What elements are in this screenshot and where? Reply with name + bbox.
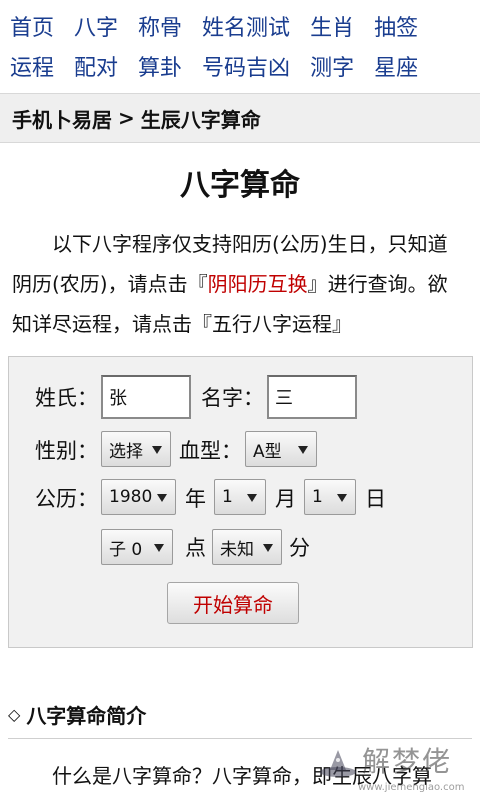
minute-select[interactable]: 未知 xyxy=(212,529,282,565)
page-title: 八字算命 xyxy=(180,168,300,203)
breadcrumb: 手机卜易居 > 生辰八字算命 xyxy=(0,93,480,143)
minute-select-value: 未知 xyxy=(220,539,254,560)
chevron-down-icon xyxy=(337,494,347,502)
month-select[interactable]: 1 xyxy=(214,479,266,515)
chevron-down-icon xyxy=(157,494,167,502)
watermark: 解梦佬 www.jiemenglao.com xyxy=(312,740,480,800)
minute-unit: 分 xyxy=(289,536,310,560)
nav-row-1: 首页 八字 称骨 姓名测试 生肖 抽签 xyxy=(10,8,438,44)
hour-unit: 点 xyxy=(185,536,206,560)
intro-line-3: 知详尽运程，请点击『五行八字运程』 xyxy=(12,312,352,336)
day-select[interactable]: 1 xyxy=(304,479,356,515)
breadcrumb-home[interactable]: 手机卜易居 xyxy=(12,104,112,133)
gender-select[interactable]: 选择 xyxy=(101,431,171,467)
calendar-label: 公历： xyxy=(35,487,98,511)
top-nav: 首页 八字 称骨 姓名测试 生肖 抽签 运程 配对 算卦 号码吉凶 测字 星座 xyxy=(0,0,480,90)
chevron-down-icon xyxy=(298,446,308,454)
intro-line-1: 以下八字程序仅支持阳历(公历)生日，只知道 xyxy=(52,232,448,256)
name-label: 名字： xyxy=(201,386,264,410)
chevron-down-icon xyxy=(247,494,257,502)
nav-link-fortune[interactable]: 运程 xyxy=(10,50,54,82)
day-select-value: 1 xyxy=(312,487,323,507)
surname-input[interactable]: 张 xyxy=(101,375,191,419)
nav-link-match[interactable]: 配对 xyxy=(74,50,118,82)
section-divider xyxy=(8,738,472,739)
nav-link-draw-lot[interactable]: 抽签 xyxy=(374,10,418,42)
watermark-url: www.jiemenglao.com xyxy=(358,782,465,793)
chevron-down-icon xyxy=(154,544,164,552)
chevron-down-icon xyxy=(152,446,162,454)
watermark-text: 解梦佬 xyxy=(362,745,453,778)
gender-label: 性别： xyxy=(35,439,98,463)
intro-line-2: 阴历(农历)，请点击『阴阳历互换』进行查询。欲 xyxy=(12,264,472,304)
intro-section-heading: ◇ 八字算命简介 xyxy=(8,700,146,729)
name-input[interactable]: 三 xyxy=(267,375,357,419)
month-select-value: 1 xyxy=(222,487,233,507)
calendar-convert-link[interactable]: 阴阳历互换 xyxy=(208,272,308,296)
nav-link-chenggu[interactable]: 称骨 xyxy=(138,10,182,42)
intro-text: 以下八字程序仅支持阳历(公历)生日，只知道 阴历(农历)，请点击『阴阳历互换』进… xyxy=(12,224,472,344)
month-unit: 月 xyxy=(275,487,296,511)
hour-select[interactable]: 子 0 xyxy=(101,529,173,565)
day-unit: 日 xyxy=(365,487,386,511)
nav-link-char-test[interactable]: 测字 xyxy=(310,50,354,82)
diamond-icon: ◇ xyxy=(8,705,21,724)
breadcrumb-current[interactable]: 生辰八字算命 xyxy=(141,104,261,133)
start-reading-button[interactable]: 开始算命 xyxy=(167,582,299,624)
wizard-hat-icon xyxy=(320,750,356,777)
nav-link-divination[interactable]: 算卦 xyxy=(138,50,182,82)
nav-link-home[interactable]: 首页 xyxy=(10,10,54,42)
hour-select-value: 子 0 xyxy=(109,539,143,560)
breadcrumb-separator: > xyxy=(118,106,135,130)
nav-link-name-test[interactable]: 姓名测试 xyxy=(202,10,290,42)
nav-row-2: 运程 配对 算卦 号码吉凶 测字 星座 xyxy=(10,48,438,84)
blood-type-select-value: A型 xyxy=(253,441,282,462)
nav-link-zodiac[interactable]: 生肖 xyxy=(310,10,354,42)
nav-link-number-luck[interactable]: 号码吉凶 xyxy=(202,50,290,82)
intro-section-title: 八字算命简介 xyxy=(26,704,147,728)
chevron-down-icon xyxy=(263,544,273,552)
year-unit: 年 xyxy=(185,487,206,511)
year-select[interactable]: 1980 xyxy=(101,479,176,515)
intro-line-2-pre: 阴历(农历)，请点击『 xyxy=(12,272,208,296)
blood-type-select[interactable]: A型 xyxy=(245,431,317,467)
gender-select-value: 选择 xyxy=(109,441,143,462)
nav-link-bazi[interactable]: 八字 xyxy=(74,10,118,42)
year-select-value: 1980 xyxy=(109,487,153,507)
intro-line-2-post: 』进行查询。欲 xyxy=(307,272,448,296)
blood-type-label: 血型： xyxy=(179,439,242,463)
surname-label: 姓氏： xyxy=(35,386,98,410)
nav-link-constellation[interactable]: 星座 xyxy=(374,50,418,82)
bazi-form: 姓氏： 张 名字： 三 性别： 选择 血型： A型 公历： 1980 年 1 月… xyxy=(8,356,473,648)
